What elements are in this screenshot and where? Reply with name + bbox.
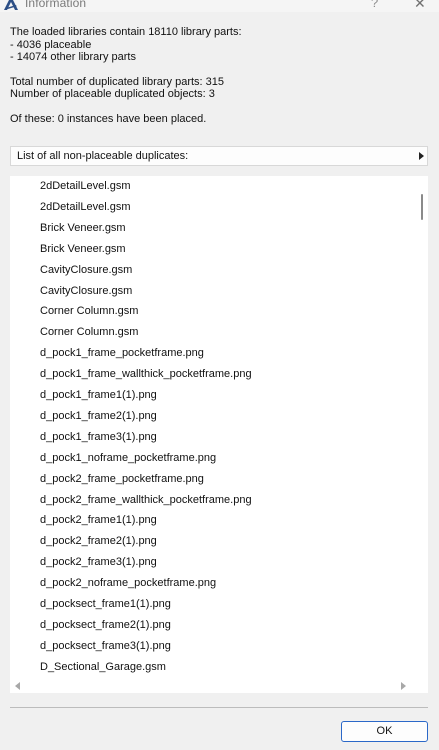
list-item[interactable]: Brick Veneer.gsm (40, 222, 126, 234)
library-info-text: The loaded libraries contain 18110 libra… (10, 26, 242, 125)
ok-button[interactable]: OK (341, 721, 428, 742)
list-item[interactable]: CavityClosure.gsm (40, 264, 132, 276)
scroll-right-arrow-icon[interactable] (401, 682, 406, 690)
list-item[interactable]: d_pock2_frame1(1).png (40, 514, 157, 526)
list-item[interactable]: CavityClosure.gsm (40, 285, 132, 297)
list-item[interactable]: 2dDetailLevel.gsm (40, 180, 131, 192)
info-line-placeable: - 4036 placeable (10, 38, 92, 51)
list-item[interactable]: Corner Column.gsm (40, 326, 138, 338)
list-item[interactable]: d_pocksect_frame3(1).png (40, 640, 171, 652)
chevron-right-icon (419, 152, 424, 160)
list-item[interactable]: 2dDetailLevel.gsm (40, 201, 131, 213)
list-item[interactable]: d_pock1_frame1(1).png (40, 389, 157, 401)
list-item[interactable]: d_pock1_noframe_pocketframe.png (40, 452, 216, 464)
close-button[interactable]: ✕ (414, 0, 426, 12)
info-line-other: - 14074 other library parts (10, 51, 136, 63)
list-item[interactable]: d_pock1_frame_pocketframe.png (40, 347, 204, 359)
list-item[interactable]: d_pock1_frame2(1).png (40, 410, 157, 422)
list-item[interactable]: d_pock2_frame3(1).png (40, 556, 157, 568)
list-item[interactable]: d_pocksect_frame2(1).png (40, 619, 171, 631)
vertical-scrollbar-thumb[interactable] (421, 194, 423, 220)
list-item[interactable]: d_pock2_noframe_pocketframe.png (40, 577, 216, 589)
scrollbar-corner (415, 678, 428, 693)
scroll-left-arrow-icon[interactable] (15, 682, 20, 690)
list-item[interactable]: d_pock1_frame3(1).png (40, 431, 157, 443)
archicad-app-icon (3, 0, 19, 11)
info-line-placed-instances: Of these: 0 instances have been placed. (10, 112, 207, 125)
info-line-placeable-duplicated: Number of placeable duplicated objects: … (10, 88, 215, 100)
info-line-duplicated-total: Total number of duplicated library parts… (10, 75, 225, 88)
list-item[interactable]: d_pock2_frame_wallthick_pocketframe.png (40, 494, 252, 506)
vertical-scrollbar[interactable] (415, 176, 428, 678)
window-title: Information (25, 0, 87, 10)
list-item[interactable]: Brick Veneer.gsm (40, 243, 126, 255)
list-item[interactable]: d_pock2_frame2(1).png (40, 535, 157, 547)
information-dialog: Information ? ✕ The loaded libraries con… (0, 0, 439, 750)
list-item[interactable]: D_Sectional_Garage.gsm (40, 661, 166, 673)
help-button[interactable]: ? (371, 0, 378, 10)
horizontal-scrollbar[interactable] (10, 678, 415, 693)
list-item[interactable]: d_pock2_frame_pocketframe.png (40, 473, 204, 485)
list-item[interactable]: d_pocksect_frame1(1).png (40, 598, 171, 610)
title-bar: Information ? ✕ (0, 0, 439, 12)
list-item[interactable]: Corner Column.gsm (40, 305, 138, 317)
duplicates-list-selector-label: List of all non-placeable duplicates: (17, 150, 189, 162)
duplicates-list[interactable]: 2dDetailLevel.gsm 2dDetailLevel.gsm Brick … (10, 176, 415, 678)
divider (10, 707, 428, 708)
list-item[interactable]: d_pock1_frame_wallthick_pocketframe.png (40, 368, 252, 380)
info-line-total: The loaded libraries contain 18110 libra… (10, 26, 242, 38)
duplicates-list-selector[interactable]: List of all non-placeable duplicates: (10, 146, 428, 166)
